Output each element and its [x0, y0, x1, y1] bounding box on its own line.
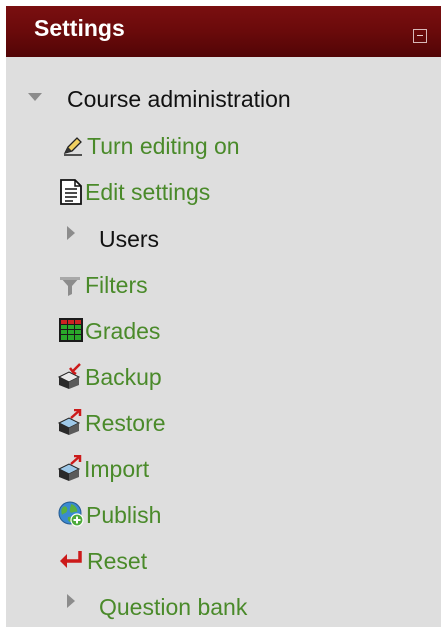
expand-arrow-icon[interactable]	[67, 594, 75, 608]
expand-arrow-icon[interactable]	[67, 226, 75, 240]
tree-item-backup[interactable]: Backup	[6, 360, 441, 394]
import-icon	[57, 455, 82, 481]
tree-item-users[interactable]: Users	[6, 222, 441, 256]
pencil-icon	[63, 137, 82, 156]
collapse-icon[interactable]	[413, 29, 427, 43]
backup-icon	[57, 363, 81, 389]
tree-item-edit-settings[interactable]: Edit settings	[6, 176, 441, 210]
restore-link[interactable]: Restore	[85, 409, 166, 437]
tree-item-turn-editing-on[interactable]: Turn editing on	[6, 130, 441, 164]
document-icon	[60, 179, 82, 205]
grades-link[interactable]: Grades	[85, 317, 160, 345]
filters-link[interactable]: Filters	[85, 271, 148, 299]
reset-arrow-icon	[60, 551, 82, 568]
collapse-arrow-icon[interactable]	[28, 93, 42, 101]
tree-item-question-bank[interactable]: Question bank	[6, 590, 441, 624]
settings-block: Settings Course administration Turn edit…	[6, 6, 441, 627]
tree-item-reset[interactable]: Reset	[6, 544, 441, 578]
tree-item-course-administration[interactable]: Course administration	[6, 83, 441, 117]
reset-link[interactable]: Reset	[87, 547, 147, 575]
import-link[interactable]: Import	[84, 455, 149, 483]
backup-link[interactable]: Backup	[85, 363, 162, 391]
block-title: Settings	[34, 15, 125, 41]
tree-item-filters[interactable]: Filters	[6, 268, 441, 302]
course-administration-label: Course administration	[67, 86, 291, 112]
tree-item-restore[interactable]: Restore	[6, 406, 441, 440]
publish-link[interactable]: Publish	[86, 501, 161, 529]
question-bank-link[interactable]: Question bank	[99, 593, 247, 621]
tree-item-import[interactable]: Import	[6, 452, 441, 486]
restore-icon	[57, 409, 82, 435]
turn-editing-on-link[interactable]: Turn editing on	[87, 132, 240, 160]
spreadsheet-icon	[59, 318, 83, 342]
tree-item-publish[interactable]: Publish	[6, 498, 441, 532]
globe-icon	[58, 501, 84, 527]
funnel-icon	[60, 277, 80, 296]
tree-item-grades[interactable]: Grades	[6, 314, 441, 348]
edit-settings-link[interactable]: Edit settings	[85, 178, 210, 206]
users-label: Users	[99, 226, 160, 252]
settings-header: Settings	[6, 6, 441, 57]
